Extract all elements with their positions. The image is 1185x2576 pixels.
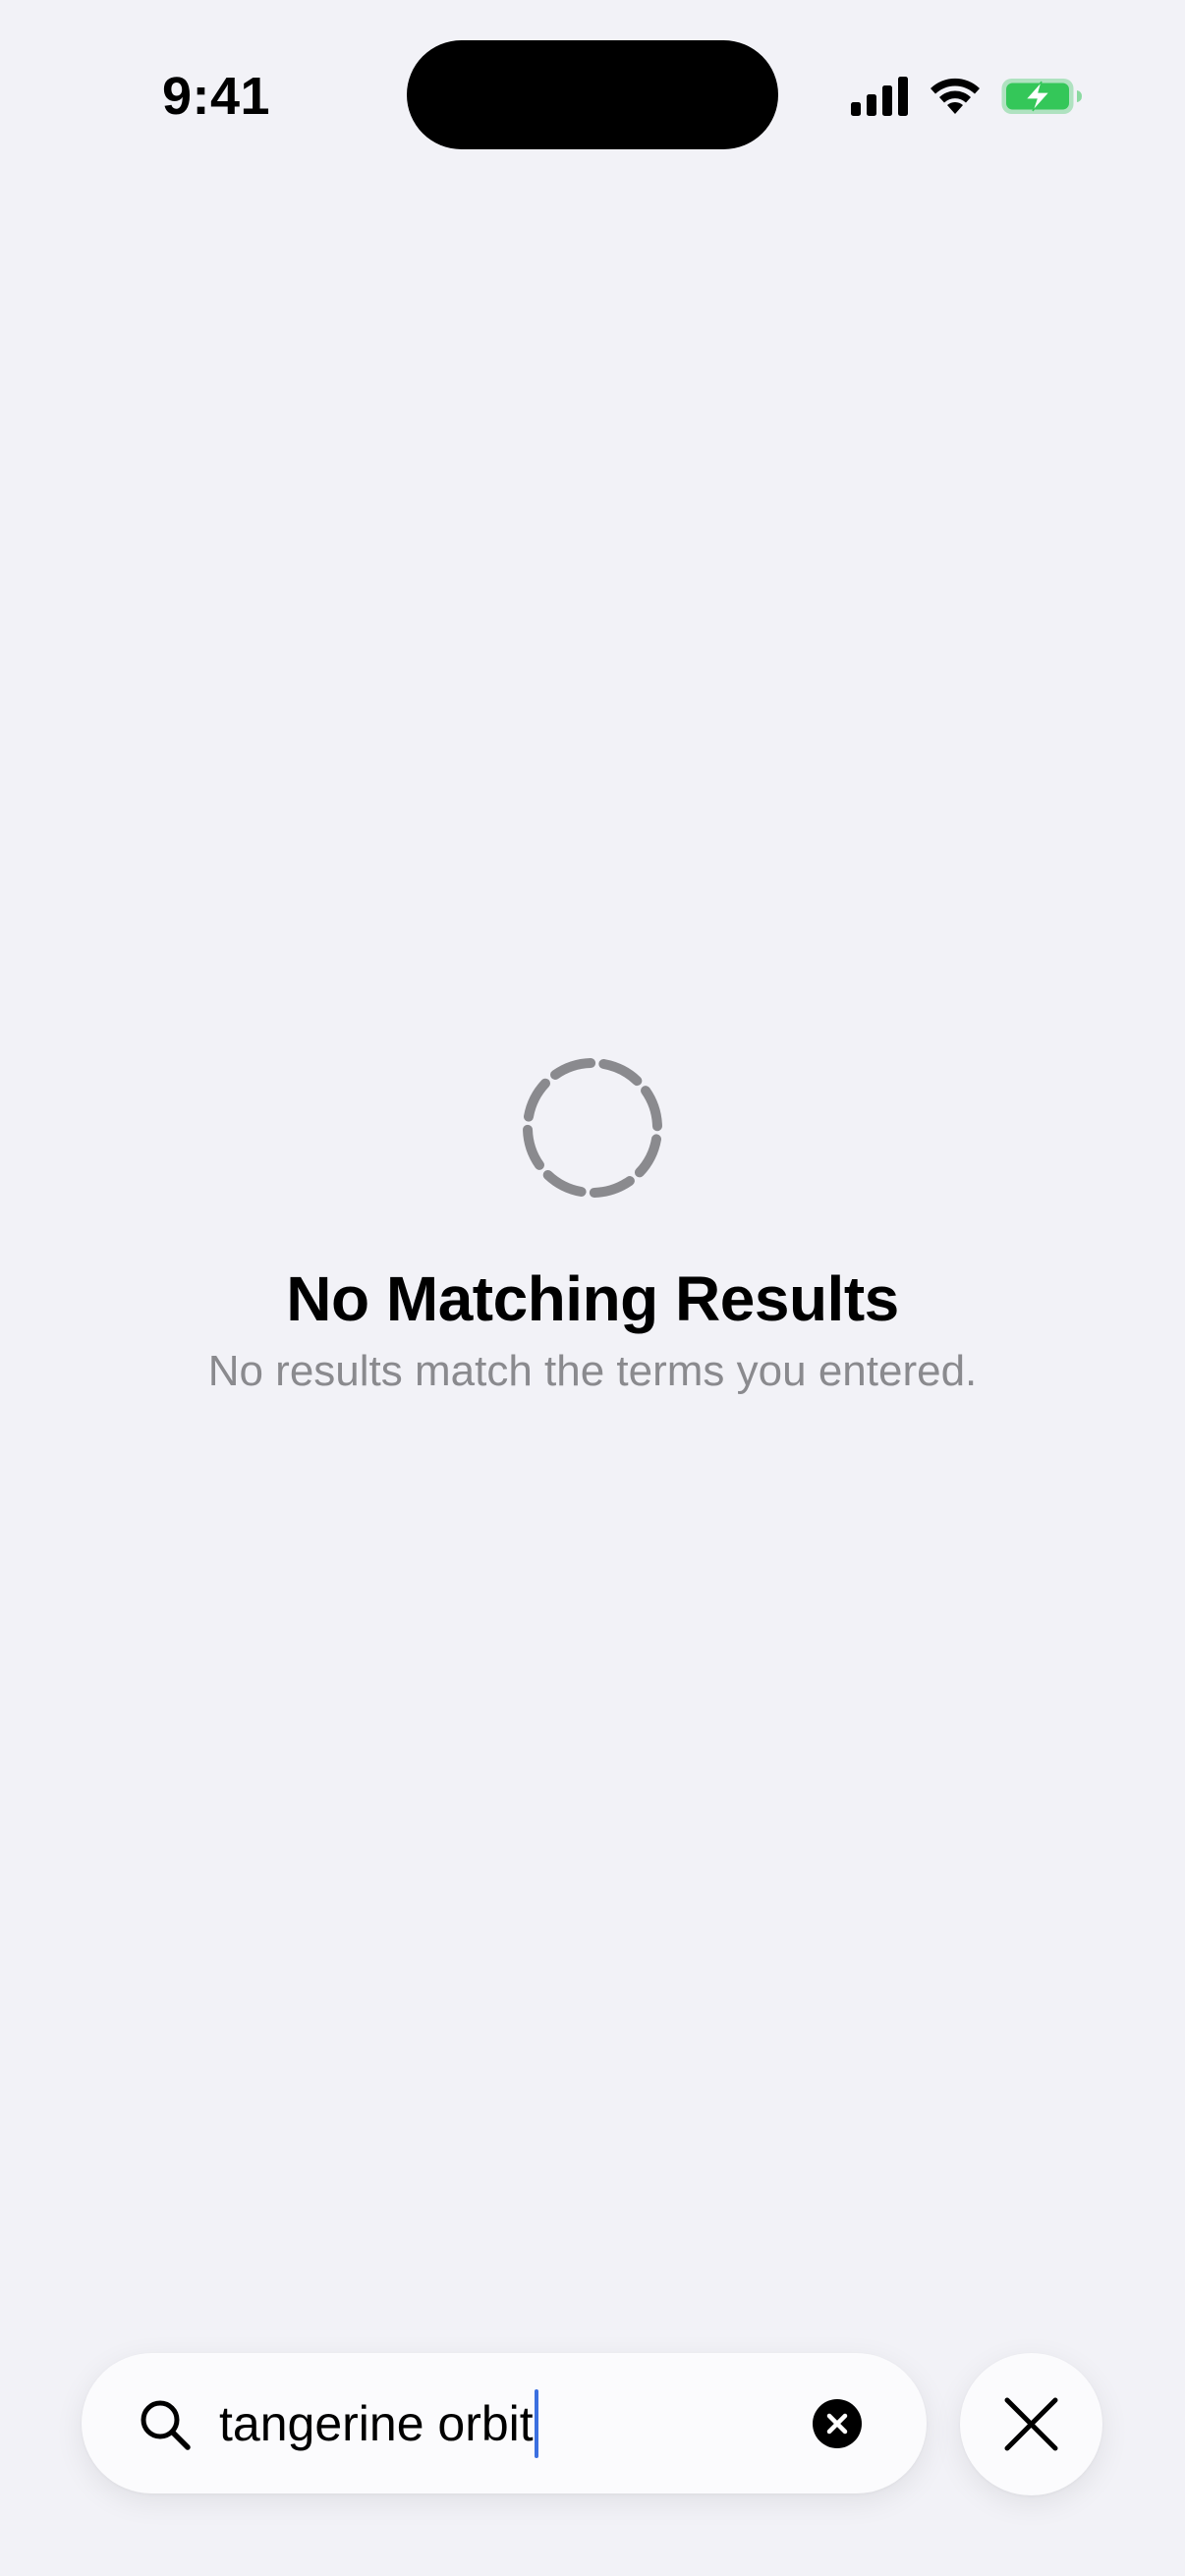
- search-icon: [141, 2400, 191, 2450]
- close-icon: [1004, 2397, 1058, 2451]
- search-query: tangerine orbit: [219, 2396, 534, 2451]
- dynamic-island: [407, 40, 778, 149]
- empty-state: No Matching Results No results match the…: [0, 1055, 1185, 1401]
- loading-spinner-icon: [523, 1058, 662, 1198]
- text-cursor: [534, 2389, 538, 2458]
- status-icons: [851, 71, 1083, 122]
- close-search-button[interactable]: [960, 2353, 1102, 2495]
- battery-charging-icon: [1000, 77, 1083, 116]
- cellular-signal-icon: [851, 77, 910, 116]
- clear-search-button[interactable]: [813, 2399, 862, 2448]
- clear-circle-icon: [826, 2413, 848, 2435]
- search-screen: 9:41 No Matching Results No results matc…: [0, 0, 1185, 2576]
- search-input[interactable]: tangerine orbit: [219, 2388, 868, 2459]
- search-bar[interactable]: tangerine orbit: [82, 2353, 927, 2493]
- empty-subtitle: No results match the terms you entered.: [207, 1347, 978, 1395]
- wifi-icon: [928, 77, 983, 116]
- status-time: 9:41: [161, 67, 271, 126]
- empty-title: No Matching Results: [286, 1263, 899, 1334]
